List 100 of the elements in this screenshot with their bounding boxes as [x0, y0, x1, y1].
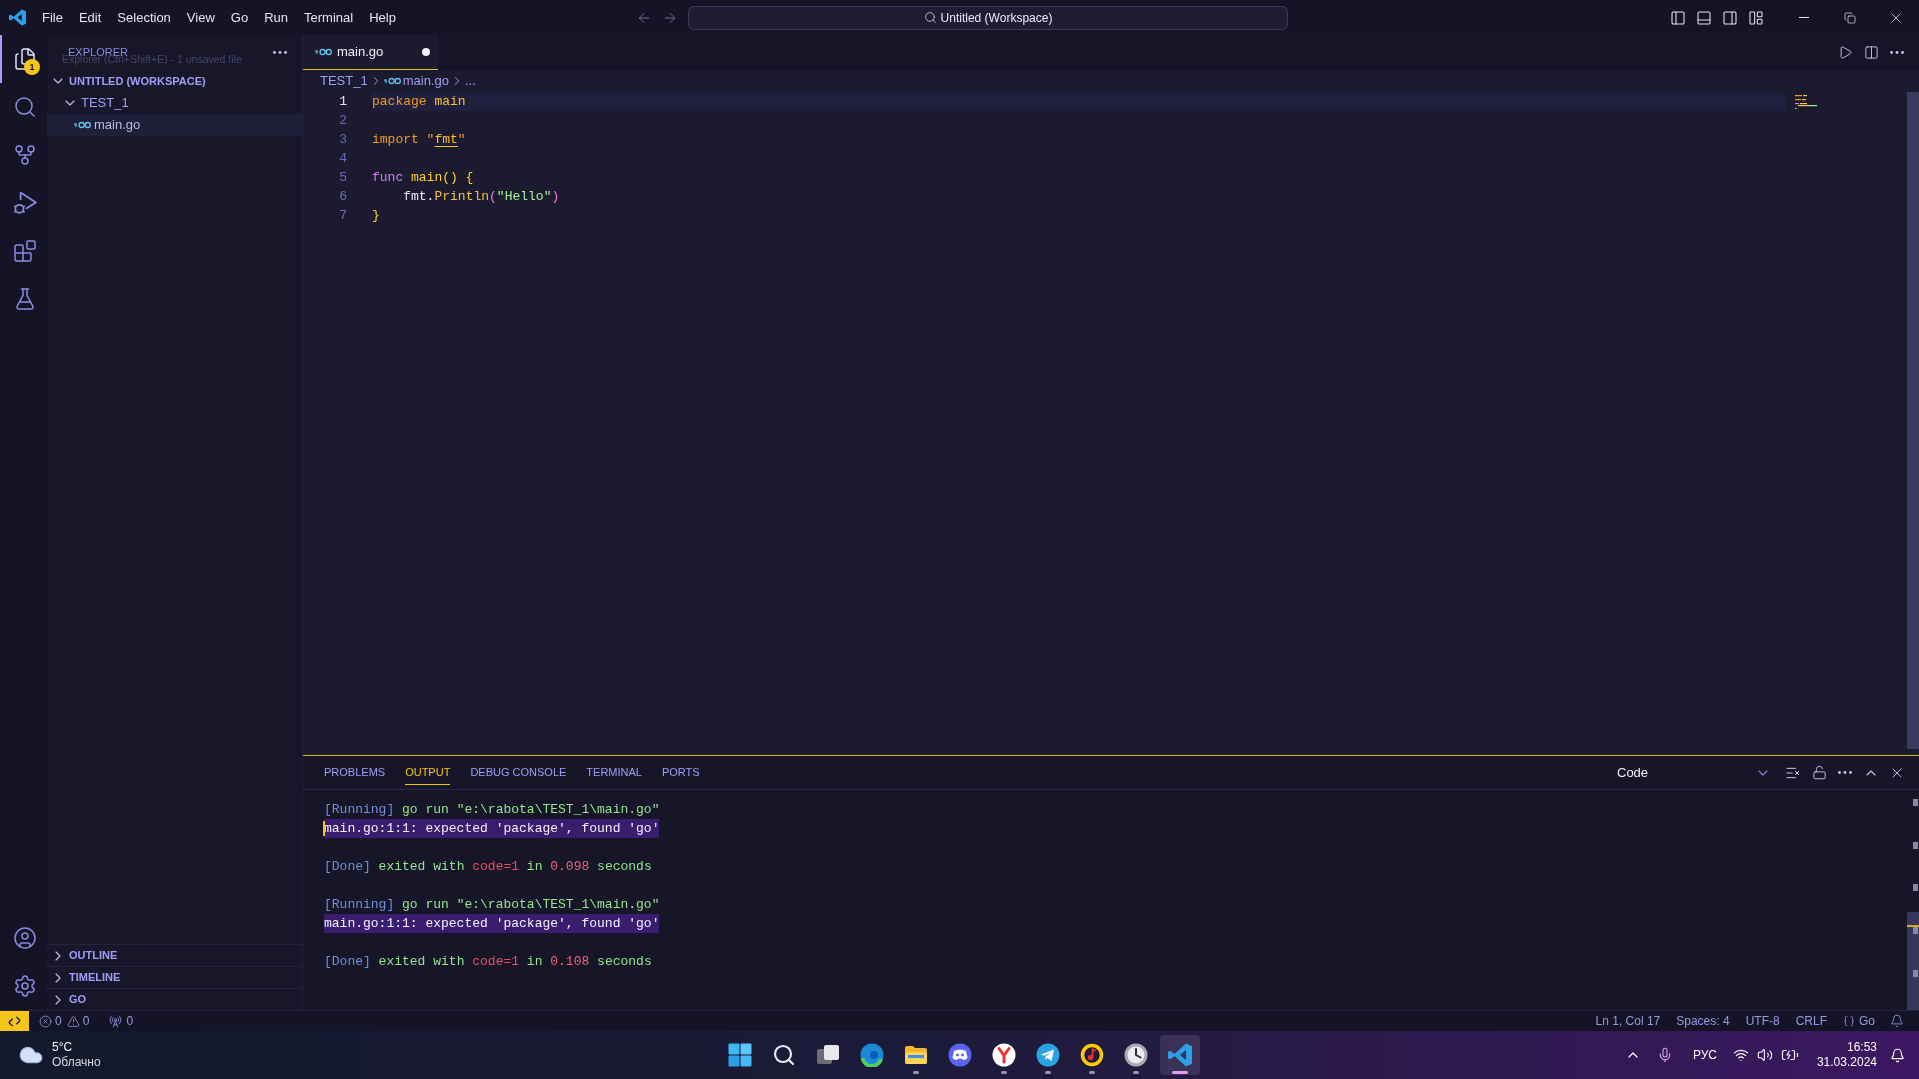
search-icon	[771, 1043, 796, 1067]
breadcrumb-item[interactable]: TEST_1	[320, 71, 368, 91]
notification-badge: 1	[24, 59, 40, 75]
game-controller-icon	[947, 1043, 972, 1067]
panel-tab[interactable]: PROBLEMS	[324, 759, 386, 786]
menu-item[interactable]: Go	[222, 5, 257, 30]
more-icon	[1890, 51, 1904, 54]
scrollbar-thumb[interactable]	[1907, 92, 1919, 749]
remote-button[interactable]	[0, 1011, 29, 1031]
blocks-icon	[12, 239, 37, 263]
line-number: 4	[339, 149, 347, 168]
layout-icon	[1748, 9, 1764, 26]
warning-icon	[66, 1014, 80, 1028]
menu-item[interactable]: Terminal	[296, 5, 362, 30]
stacked-windows-icon	[815, 1043, 840, 1067]
output-channel-dropdown[interactable]: Code	[1605, 760, 1775, 785]
clock-date: 31.03.2024	[1816, 1055, 1877, 1070]
paper-plane-icon	[1035, 1043, 1060, 1067]
panel-tab[interactable]: DEBUG CONSOLE	[470, 759, 567, 786]
broadcast-icon	[109, 1014, 123, 1028]
files-icon	[12, 47, 37, 71]
weather-temperature: 5°C	[52, 1040, 74, 1055]
play-bug-icon	[12, 191, 37, 215]
account-icon	[12, 926, 37, 950]
code-editor-logo-icon	[8, 9, 26, 26]
taskbar-app-button[interactable]	[1159, 1035, 1200, 1075]
output-line: [Done] exited with code=1 in 0.098 seconds	[324, 858, 652, 876]
line-number: 2	[339, 111, 347, 130]
editor-tab[interactable]: main.go	[303, 35, 439, 70]
panel-tab[interactable]: PORTS	[661, 759, 700, 786]
branch-icon	[12, 143, 37, 167]
bell-icon	[1890, 1014, 1904, 1028]
panel-left-icon	[1670, 9, 1686, 26]
line-number: 3	[339, 130, 347, 149]
menu-item[interactable]: Selection	[109, 5, 179, 30]
panel-tab[interactable]: OUTPUT	[405, 759, 451, 786]
ports-button[interactable]: 0	[104, 1011, 139, 1031]
language-button[interactable]: РУС	[1684, 1035, 1725, 1075]
line-number: 5	[339, 168, 347, 187]
problems-button[interactable]: 0 0	[34, 1011, 95, 1031]
output-line: [Done] exited with code=1 in 0.108 seconds	[324, 953, 652, 971]
panel-tab[interactable]: TERMINAL	[586, 759, 642, 786]
tab-label: main.go	[337, 43, 384, 62]
code-editor-logo-icon	[1167, 1043, 1192, 1067]
menu-item[interactable]: Run	[256, 5, 296, 30]
file-type-icon	[315, 48, 332, 56]
command-center-search[interactable]: Untitled (Workspace)	[688, 5, 1288, 30]
file-type-icon	[383, 77, 401, 85]
line-number: 1	[339, 92, 347, 111]
menu-item[interactable]: Edit	[70, 5, 110, 30]
line-number: 6	[339, 187, 347, 206]
breadcrumb-item[interactable]: ...	[464, 71, 476, 91]
fork-logo-icon	[991, 1043, 1016, 1067]
status-item[interactable]: CRLF	[1787, 1011, 1835, 1031]
code-line: fmt.Println("Hello")	[402, 188, 560, 206]
folder-entry[interactable]: TEST_1	[47, 92, 302, 114]
code-line: }	[372, 207, 380, 225]
status-item[interactable]: UTF-8	[1737, 1011, 1788, 1031]
code-line: package main	[372, 93, 466, 111]
music-note-icon	[1079, 1043, 1104, 1067]
code-line: func main() {	[372, 169, 474, 187]
file-type-icon	[74, 121, 91, 129]
restore-icon	[1844, 11, 1856, 24]
weather-condition: Облачно	[52, 1055, 101, 1070]
clock-icon	[1123, 1043, 1148, 1067]
angle-brackets-icon	[8, 1014, 21, 1028]
wifi-icon	[1732, 1047, 1749, 1063]
panel-bottom-icon	[1696, 9, 1712, 26]
section-header[interactable]: TIMELINE	[47, 966, 302, 988]
output-line: [Running] go run "e:\rabota\TEST_1\main.go"	[324, 801, 660, 819]
search-icon	[12, 95, 37, 119]
braces-icon	[1843, 1015, 1855, 1027]
swirl-logo-icon	[859, 1043, 884, 1067]
minimap	[1795, 95, 1819, 109]
bell-icon	[1889, 1047, 1905, 1063]
error-icon	[39, 1014, 52, 1028]
four-tiles-icon	[727, 1043, 752, 1067]
clock-time: 16:53	[1846, 1040, 1877, 1055]
clock-button[interactable]: 16:53 31.03.2024	[1816, 1035, 1877, 1075]
menu-item[interactable]: Help	[361, 5, 404, 30]
code-line: import "fmt"	[372, 131, 466, 149]
settings-icon	[12, 974, 37, 998]
search-icon	[923, 11, 937, 24]
split-icon	[1863, 45, 1879, 60]
more-icon	[273, 51, 287, 54]
breadcrumb-item[interactable]: main.go	[383, 71, 449, 91]
language-mode-button[interactable]: Go	[1835, 1011, 1883, 1031]
unlocked-icon	[1811, 765, 1827, 780]
menu-item[interactable]: View	[178, 5, 223, 30]
minimize-icon	[1799, 17, 1809, 18]
line-number: 7	[339, 206, 347, 225]
menu-item[interactable]: File	[34, 5, 71, 30]
output-line: [Running] go run "e:\rabota\TEST_1\main.go"	[324, 896, 660, 914]
more-icon	[1838, 771, 1852, 774]
workspace-header[interactable]: UNTITLED (WORKSPACE)	[47, 70, 302, 92]
status-item[interactable]: Ln 1, Col 17	[1587, 1011, 1669, 1031]
status-item[interactable]: Spaces: 4	[1668, 1011, 1738, 1031]
play-icon	[1837, 45, 1853, 60]
explorer-entry[interactable]: main.go	[47, 114, 302, 136]
section-header[interactable]: OUTLINE	[47, 944, 302, 966]
